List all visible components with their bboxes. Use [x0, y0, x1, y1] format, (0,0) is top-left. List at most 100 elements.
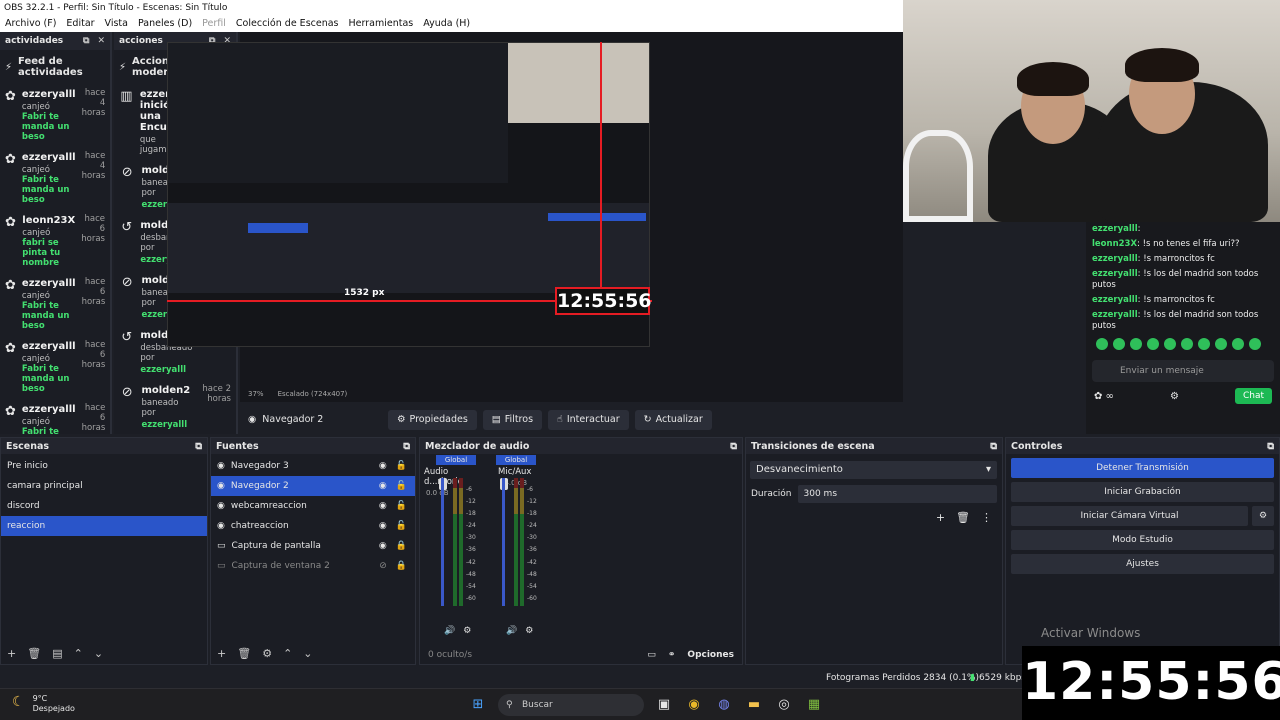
chat-input[interactable]: Enviar un mensaje	[1092, 360, 1274, 383]
chat-user[interactable]: ezzeryalll	[1092, 295, 1138, 305]
minecraft-icon[interactable]: ▦	[804, 695, 824, 715]
float-icon[interactable]: ⧉	[83, 36, 89, 46]
gear-icon[interactable]: ⚙	[262, 647, 272, 660]
trash-icon[interactable]: 🗑	[27, 647, 41, 660]
gear-icon[interactable]: ⚙	[1252, 506, 1274, 526]
layout-icon[interactable]: ▭	[647, 650, 656, 660]
obs-icon[interactable]: ◎	[774, 695, 794, 715]
source-item[interactable]: ▭ Captura de pantalla ◉ 🔒	[211, 536, 415, 556]
chrome-icon[interactable]: ◉	[684, 695, 704, 715]
source-item[interactable]: ◉ Navegador 2 ◉ 🔓	[211, 476, 415, 496]
refresh-button[interactable]: ↻ Actualizar	[634, 409, 712, 430]
chat-user[interactable]: ezzeryalll	[1092, 254, 1138, 264]
volume-fader[interactable]	[441, 478, 444, 606]
chat-user[interactable]: ezzeryalll	[1092, 310, 1138, 320]
chat-send-button[interactable]: Chat	[1234, 388, 1272, 405]
mod-action-item[interactable]: ⊘ molden2 baneado por ezzeryalll hace 2 hora…	[114, 380, 236, 434]
lock-icon[interactable]: 🔒	[396, 541, 407, 551]
emote-icon[interactable]	[1249, 338, 1261, 351]
weather-widget[interactable]: ☾ 9°C Despejado	[12, 694, 75, 713]
undock-icon[interactable]: ⧉	[990, 441, 997, 452]
volume-fader[interactable]	[502, 478, 505, 606]
chat-user[interactable]: ezzeryalll	[1092, 269, 1138, 279]
speaker-icon[interactable]: 🔊	[444, 626, 455, 636]
source-item[interactable]: ◉ Navegador 3 ◉ 🔓	[211, 456, 415, 476]
unlock-icon[interactable]: 🔓	[396, 481, 407, 491]
lock-icon[interactable]: 🔒	[396, 561, 407, 571]
unlock-icon[interactable]: 🔓	[396, 521, 407, 531]
eye-icon[interactable]: ◉	[379, 481, 387, 491]
discord-icon[interactable]: ◍	[714, 695, 734, 715]
eye-off-icon[interactable]: ⊘	[379, 561, 387, 571]
eye-icon[interactable]: ◉	[379, 461, 387, 471]
link-icon[interactable]: ⚭	[668, 650, 676, 660]
unlock-icon[interactable]: 🔓	[396, 461, 407, 471]
activity-item[interactable]: ✿ ezzeryalll canjeó Fabri te manda un beso…	[0, 84, 110, 147]
chat-user[interactable]: ezzeryalll	[1092, 224, 1138, 234]
speaker-icon[interactable]: 🔊	[506, 626, 517, 636]
source-item[interactable]: ▭ Captura de ventana 2 ⊘ 🔒	[211, 556, 415, 576]
arrow-down-icon[interactable]: ⌄	[303, 647, 312, 660]
scene-item[interactable]: discord	[1, 496, 207, 516]
start-recording-button[interactable]: Iniciar Grabación	[1011, 482, 1274, 502]
interact-button[interactable]: ☝ Interactuar	[548, 409, 629, 430]
duration-field[interactable]: 300 ms	[797, 485, 997, 503]
eye-icon[interactable]: ◉	[379, 501, 387, 511]
undock-icon[interactable]: ⧉	[1267, 441, 1274, 452]
more-icon[interactable]: ⋮	[981, 511, 992, 524]
scale-label[interactable]: Escalado (724x407)	[278, 390, 348, 402]
menu-vista[interactable]: Vista	[100, 16, 133, 32]
unlock-icon[interactable]: 🔓	[396, 501, 407, 511]
close-icon[interactable]: ✕	[97, 36, 105, 46]
eye-icon[interactable]: ◉	[379, 541, 387, 551]
settings-icon[interactable]: ⚙	[1170, 391, 1179, 402]
file-explorer-icon[interactable]: ▬	[744, 695, 764, 715]
chat-user[interactable]: leonn23X	[1092, 239, 1137, 249]
scene-item[interactable]: camara principal	[1, 476, 207, 496]
settings-button[interactable]: Ajustes	[1011, 554, 1274, 574]
virtual-camera-button[interactable]: Iniciar Cámara Virtual	[1011, 506, 1248, 526]
zoom-level[interactable]: 37%	[248, 390, 264, 402]
options-dropdown[interactable]: Opciones	[687, 650, 734, 660]
source-item[interactable]: ◉ webcamreaccion ◉ 🔓	[211, 496, 415, 516]
trash-icon[interactable]: 🗑	[237, 647, 251, 660]
undock-icon[interactable]: ⧉	[730, 441, 737, 452]
emote-icon[interactable]	[1164, 338, 1176, 351]
add-icon[interactable]: +	[217, 647, 226, 660]
menu-editar[interactable]: Editar	[61, 16, 99, 32]
eye-icon[interactable]: ◉	[379, 521, 387, 531]
activity-item[interactable]: ✿ ezzeryalll canjeó Fabri te manda un beso…	[0, 399, 110, 434]
scene-item[interactable]: Pre inicio	[1, 456, 207, 476]
emote-icon[interactable]	[1096, 338, 1108, 351]
emote-icon[interactable]	[1113, 338, 1125, 351]
taskbar-search[interactable]: ⚲ Buscar	[498, 694, 644, 716]
arrow-up-icon[interactable]: ⌃	[74, 647, 83, 660]
studio-mode-button[interactable]: Modo Estudio	[1011, 530, 1274, 550]
menu-paneles[interactable]: Paneles (D)	[133, 16, 197, 32]
undock-icon[interactable]: ⧉	[195, 441, 202, 452]
add-icon[interactable]: +	[936, 511, 945, 524]
undock-icon[interactable]: ⧉	[403, 441, 410, 452]
add-icon[interactable]: +	[7, 647, 16, 660]
emote-icon[interactable]	[1147, 338, 1159, 351]
filters-button[interactable]: ▤ Filtros	[482, 409, 543, 430]
gear-icon[interactable]: ⚙	[463, 626, 471, 636]
activity-item[interactable]: ✿ ezzeryalll canjeó Fabri te manda un beso…	[0, 273, 110, 336]
menu-herramientas[interactable]: Herramientas	[344, 16, 419, 32]
preview-clock[interactable]: 12:55:56	[555, 287, 652, 315]
gear-icon[interactable]: ⚙	[525, 626, 533, 636]
properties-button[interactable]: ⚙ Propiedades	[388, 409, 477, 430]
activity-item[interactable]: ✿ leonn23X canjeó fabri se pinta tu nombre…	[0, 210, 110, 273]
menu-colecciones[interactable]: Colección de Escenas	[231, 16, 344, 32]
filter-icon[interactable]: ▤	[52, 647, 62, 660]
emote-icon[interactable]	[1232, 338, 1244, 351]
emote-icon[interactable]	[1130, 338, 1142, 351]
arrow-up-icon[interactable]: ⌃	[283, 647, 292, 660]
channel-label[interactable]: Mic/Aux	[496, 465, 556, 479]
menu-archivo[interactable]: Archivo (F)	[0, 16, 61, 32]
menu-ayuda[interactable]: Ayuda (H)	[418, 16, 475, 32]
emote-icon[interactable]	[1181, 338, 1193, 351]
points-icon[interactable]: ✿ ∞	[1094, 391, 1114, 402]
transition-select[interactable]: Desvanecimiento ▾	[750, 461, 997, 479]
scene-item[interactable]: reaccion	[1, 516, 207, 536]
